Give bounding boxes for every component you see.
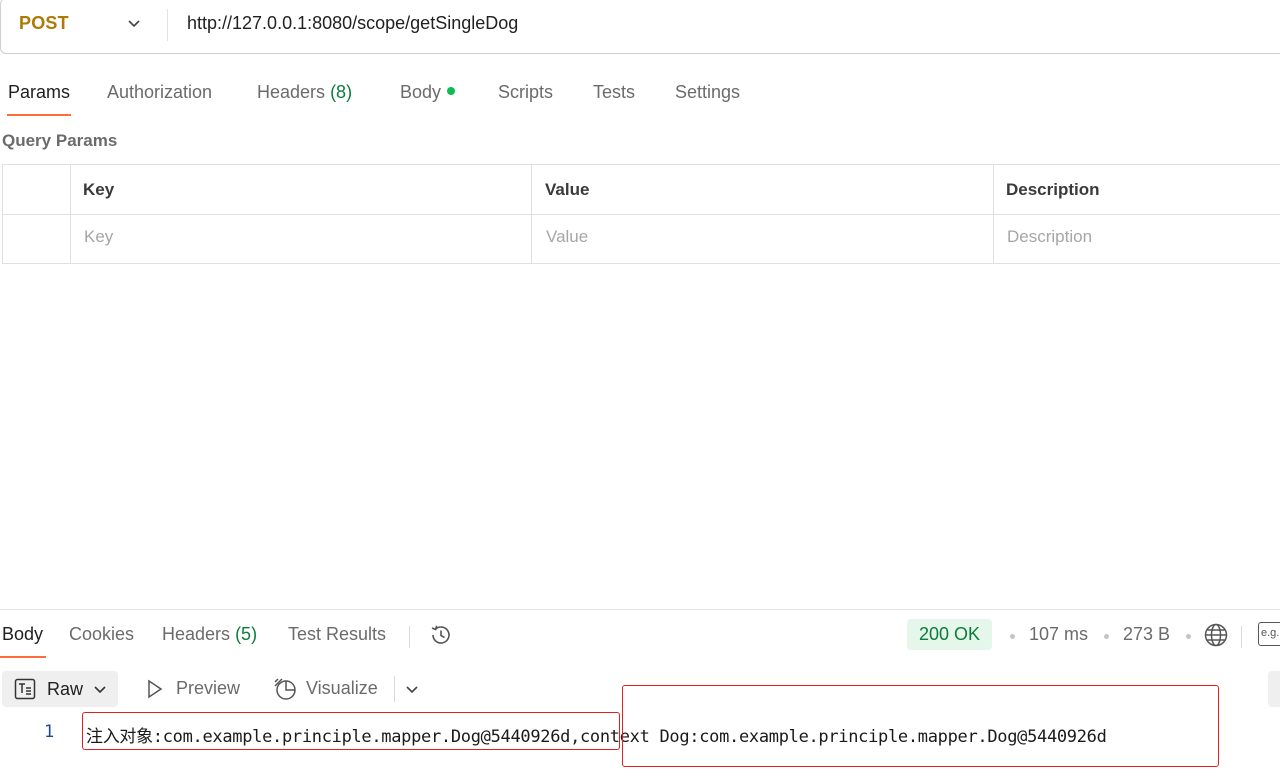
visualize-button[interactable]: Visualize: [306, 678, 378, 699]
highlight-box: [82, 712, 620, 750]
tab-body[interactable]: Body: [400, 82, 456, 103]
tab-tests[interactable]: Tests: [593, 82, 635, 103]
url-bar: POST http://127.0.0.1:8080/scope/getSing…: [0, 0, 1280, 54]
visualize-icon: [274, 678, 296, 700]
url-divider: [167, 9, 168, 41]
line-number: 1: [44, 722, 55, 742]
body-indicator-dot: [447, 87, 456, 96]
status-badge[interactable]: 200 OK: [907, 619, 993, 650]
highlight-box: [622, 685, 1219, 767]
column-header-value: Value: [545, 180, 590, 199]
meta-separator: [1010, 634, 1015, 639]
chevron-down-icon[interactable]: [126, 15, 142, 31]
preview-button[interactable]: Preview: [176, 678, 240, 699]
column-divider: [993, 165, 994, 263]
tab-headers-label: Headers: [257, 82, 326, 102]
meta-separator: [1104, 634, 1109, 639]
headers-count: (8): [330, 82, 353, 102]
example-icon[interactable]: e.g.: [1258, 622, 1280, 646]
active-tab-underline: [0, 656, 46, 658]
chevron-down-icon: [94, 686, 106, 694]
value-input[interactable]: Value: [546, 227, 588, 247]
response-tab-cookies[interactable]: Cookies: [69, 624, 134, 645]
description-input[interactable]: Description: [1007, 227, 1092, 247]
query-params-title: Query Params: [2, 131, 118, 150]
play-icon: [148, 679, 163, 699]
key-input[interactable]: Key: [84, 227, 113, 247]
tab-settings[interactable]: Settings: [675, 82, 740, 103]
history-icon[interactable]: [428, 622, 454, 648]
response-tab-headers[interactable]: Headers (5): [162, 624, 257, 645]
column-header-key: Key: [83, 180, 115, 199]
url-input[interactable]: http://127.0.0.1:8080/scope/getSingleDog: [187, 13, 518, 34]
wrap-lines-button[interactable]: [1268, 671, 1280, 707]
tab-body-label: Body: [400, 82, 442, 102]
meta-separator: [1186, 634, 1191, 639]
active-tab-underline: [7, 114, 71, 116]
format-label: Raw: [47, 679, 84, 699]
response-divider[interactable]: [0, 609, 1280, 610]
response-tab-test-results[interactable]: Test Results: [288, 624, 386, 645]
toolbar-separator: [394, 676, 395, 702]
text-format-icon: [14, 678, 36, 700]
column-divider: [70, 165, 71, 263]
response-time[interactable]: 107 ms: [1029, 624, 1088, 645]
column-header-description: Description: [1006, 180, 1100, 199]
format-select[interactable]: Raw: [2, 671, 118, 707]
request-tabs: Params Authorization Headers (8) Body Sc…: [0, 80, 1280, 120]
response-headers-count: (5): [235, 624, 258, 644]
response-tabs: Body Cookies Headers (5) Test Results 20…: [0, 619, 1280, 662]
tab-separator: [409, 626, 410, 648]
meta-separator: [1241, 626, 1242, 648]
globe-icon[interactable]: [1203, 622, 1229, 648]
chevron-down-icon[interactable]: [404, 681, 420, 697]
column-divider: [531, 165, 532, 263]
tab-params[interactable]: Params: [8, 82, 70, 103]
tab-scripts[interactable]: Scripts: [498, 82, 553, 103]
tab-authorization[interactable]: Authorization: [107, 82, 212, 103]
method-select[interactable]: POST: [19, 13, 69, 34]
tab-headers[interactable]: Headers (8): [257, 82, 352, 103]
response-tab-body[interactable]: Body: [2, 624, 43, 645]
response-tab-headers-label: Headers: [162, 624, 231, 644]
response-size[interactable]: 273 B: [1123, 624, 1170, 645]
query-params-table: Key Value Description Key Value Descript…: [2, 164, 1280, 264]
